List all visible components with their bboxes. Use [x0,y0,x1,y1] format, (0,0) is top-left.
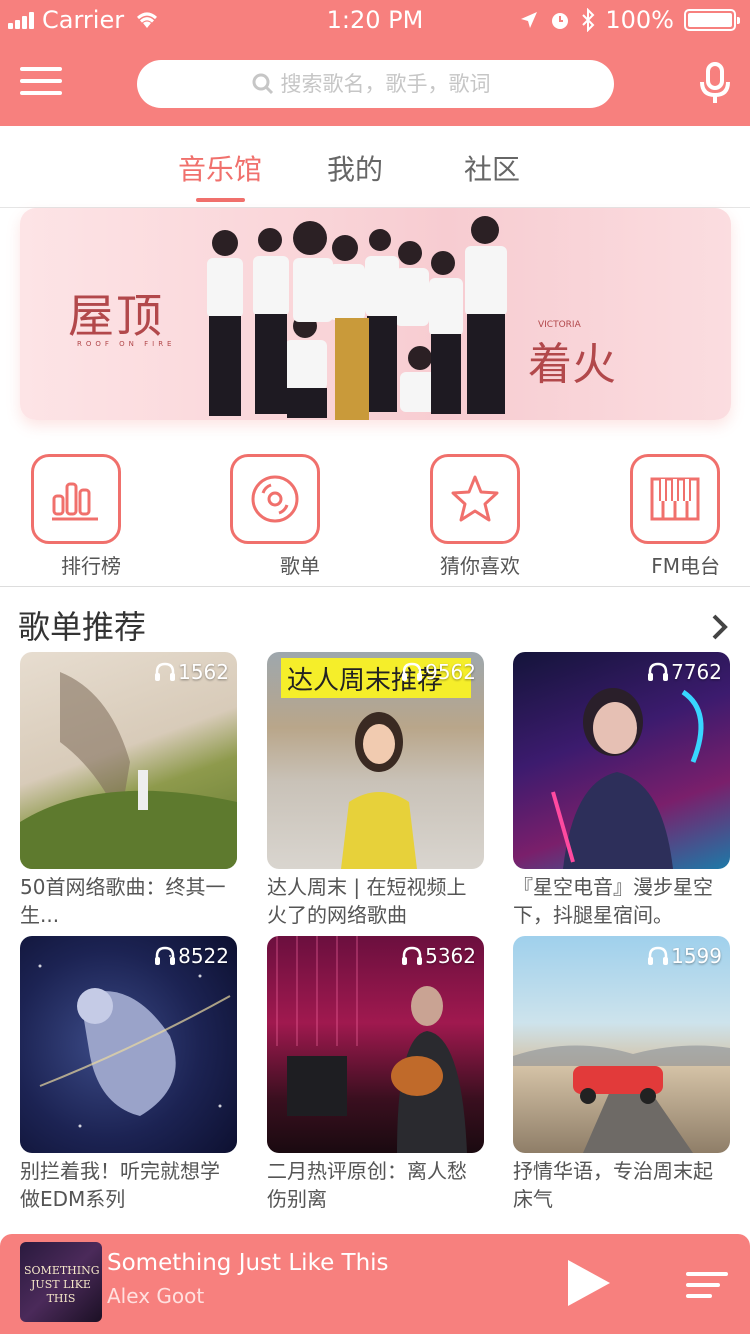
play-count: 1599 [647,944,722,968]
cover-art [38,955,231,1128]
playlist-queue-icon[interactable] [686,1272,728,1298]
now-playing-artist: Alex Goot [107,1284,205,1308]
playlist-title: 50首网络歌曲：终其一生... [20,875,226,927]
search-bar[interactable] [137,60,614,108]
tab-music-hall[interactable]: 音乐馆 [178,148,262,188]
play-count: 9562 [401,660,476,684]
playlist-card[interactable]: 1599 抒情华语，专治周末起床气 [513,936,730,1213]
search-input[interactable] [280,72,501,96]
now-playing-cover: SOMETHING JUST LIKE THIS [20,1242,102,1322]
playlist-title: 『星空电音』漫步星空下，抖腿星宿间。 [513,875,713,927]
headphones-icon [402,946,423,965]
quick-link-charts[interactable]: 排行榜 [31,454,121,579]
status-bar: Carrier 1:20 PM 100% [0,0,750,40]
section-divider [0,586,750,587]
headphones-icon [155,662,176,681]
play-count-value: 1599 [671,944,722,968]
play-count: 8522 [154,944,229,968]
disc-icon [251,475,299,523]
play-count-value: 5362 [425,944,476,968]
search-icon [252,73,273,95]
tab-community[interactable]: 社区 [464,148,520,188]
headphones-icon [402,662,423,681]
quick-link-label: 排行榜 [61,554,121,578]
play-count: 7762 [647,660,722,684]
headphones-icon [155,946,176,965]
banner-title-right: 着火 [528,339,616,390]
chevron-right-icon[interactable] [710,612,730,642]
tab-mine[interactable]: 我的 [327,148,383,188]
mini-player[interactable]: SOMETHING JUST LIKE THIS Something Just … [0,1234,750,1334]
promo-banner[interactable]: 屋顶 ROOF ON FIRE VICTORIA 着火 [20,208,731,420]
quick-link-label: 歌单 [280,554,320,578]
quick-link-box [630,454,720,544]
banner-subtitle: ROOF ON FIRE [77,340,176,348]
play-icon[interactable] [566,1258,612,1308]
alarm-icon [552,13,569,29]
quick-link-recommend[interactable]: 猜你喜欢 [430,454,520,579]
quick-link-fm[interactable]: FM电台 [630,454,720,579]
playlist-card[interactable]: 1562 50首网络歌曲：终其一生... [20,652,237,929]
location-icon [521,12,538,28]
battery-icon [684,9,740,31]
playlist-title: 别拦着我！听完就想学做EDM系列 [20,1159,220,1211]
play-count-value: 1562 [178,660,229,684]
playlist-card[interactable]: 8522 别拦着我！听完就想学做EDM系列 [20,936,237,1213]
playlist-title: 抒情华语，专治周末起床气 [513,1159,713,1211]
play-count-value: 7762 [671,660,722,684]
playlist-title: 达人周末 | 在短视频上火了的网络歌曲 [267,875,467,927]
cover-art [551,688,704,869]
playlist-card[interactable]: 达人周末推荐 9562 达人周末 | 在短视频上火了的网络歌曲 [267,652,484,929]
menu-button[interactable] [20,67,62,99]
playlist-cover: 1599 [513,936,730,1153]
top-tabs: 音乐馆 我的 社区 [0,126,750,208]
playlist-card[interactable]: 5362 二月热评原创：离人愁伤别离 [267,936,484,1213]
play-count-value: 9562 [425,660,476,684]
cover-art [513,1045,730,1153]
microphone-icon[interactable] [698,62,732,106]
quick-link-playlists[interactable]: 歌单 [230,454,320,579]
play-count: 1562 [154,660,229,684]
radio-icon [650,477,700,521]
quick-link-box [230,454,320,544]
status-right: 100% [519,6,740,34]
quick-link-label: 猜你喜欢 [440,554,520,578]
quick-link-box [430,454,520,544]
play-count-value: 8522 [178,944,229,968]
bluetooth-icon [582,8,595,32]
playlist-cover: 1562 [20,652,237,869]
quick-link-box [31,454,121,544]
banner-title-left: 屋顶 [68,289,164,343]
cover-art [20,672,237,869]
now-playing-title: Something Just Like This [107,1250,389,1276]
star-icon [451,475,499,522]
active-tab-indicator [196,198,245,202]
playlist-cover: 达人周末推荐 9562 [267,652,484,869]
play-count: 5362 [401,944,476,968]
section-title: 歌单推荐 [18,608,147,646]
banner-group-photo [207,216,507,420]
playlist-title: 二月热评原创：离人愁伤别离 [267,1159,467,1211]
playlist-cover: 7762 [513,652,730,869]
quick-link-label: FM电台 [651,554,720,578]
cover-art [276,936,467,1153]
chart-icon [52,482,98,521]
battery-percent: 100% [605,6,674,34]
playlist-card[interactable]: 7762 『星空电音』漫步星空下，抖腿星宿间。 [513,652,730,929]
playlist-cover: 5362 [267,936,484,1153]
playlist-cover: 8522 [20,936,237,1153]
headphones-icon [648,662,669,681]
app-header [0,40,750,126]
cover-text: SOMETHING JUST LIKE THIS [24,1264,100,1305]
headphones-icon [648,946,669,965]
